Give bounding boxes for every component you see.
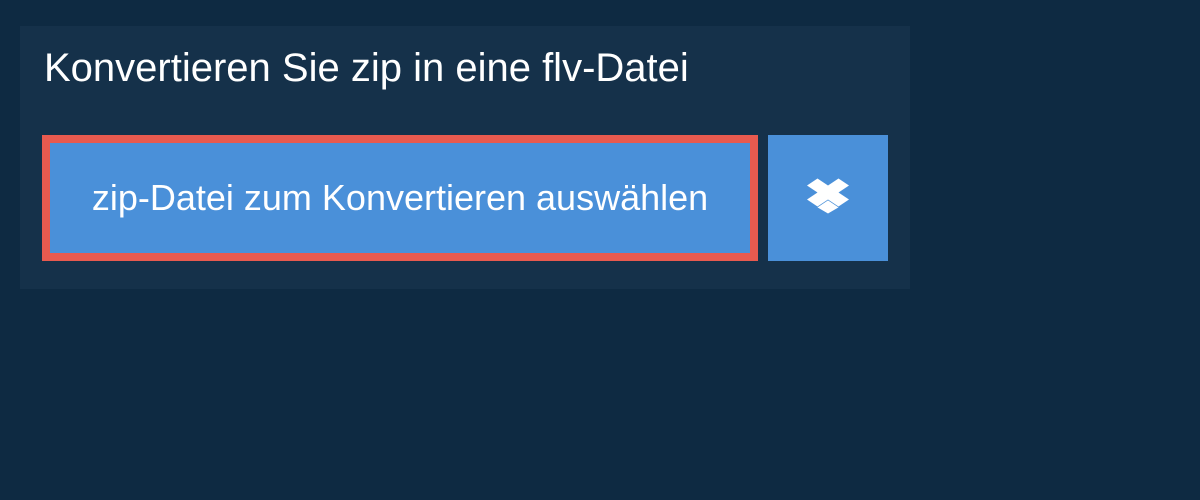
dropbox-button[interactable] <box>768 135 888 261</box>
converter-panel: Konvertieren Sie zip in eine flv-Datei z… <box>20 26 910 289</box>
select-file-button[interactable]: zip-Datei zum Konvertieren auswählen <box>42 135 758 261</box>
dropbox-icon <box>807 175 849 222</box>
select-file-label: zip-Datei zum Konvertieren auswählen <box>92 177 708 219</box>
button-row: zip-Datei zum Konvertieren auswählen <box>20 113 910 289</box>
page-title: Konvertieren Sie zip in eine flv-Datei <box>20 26 717 113</box>
